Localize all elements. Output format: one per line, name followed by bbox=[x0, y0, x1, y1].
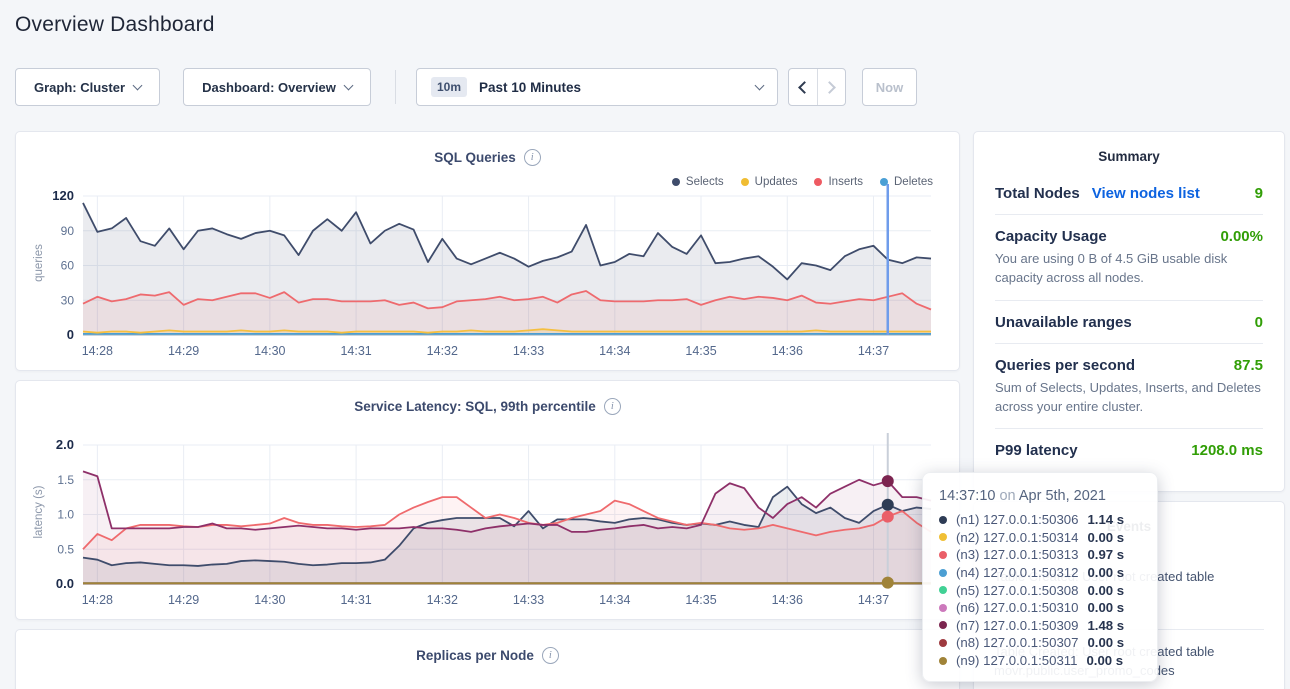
time-range-label: Past 10 Minutes bbox=[479, 80, 581, 95]
page-title: Overview Dashboard bbox=[15, 13, 215, 37]
service-latency-chart-panel: Service Latency: SQL, 99th percentile i … bbox=[15, 380, 960, 620]
now-button-label: Now bbox=[876, 80, 903, 95]
tooltip-row-n9: (n9) 127.0.0.1:503110.00 s bbox=[939, 652, 1141, 670]
tooltip-row-n6: (n6) 127.0.0.1:503100.00 s bbox=[939, 599, 1141, 617]
svg-text:14:31: 14:31 bbox=[340, 344, 371, 358]
svg-text:14:29: 14:29 bbox=[168, 344, 199, 358]
time-step-button-group bbox=[788, 68, 846, 106]
svg-text:120: 120 bbox=[52, 188, 74, 203]
graph-selector-dropdown[interactable]: Graph: Cluster bbox=[15, 68, 160, 106]
svg-text:2.0: 2.0 bbox=[56, 437, 74, 452]
n3-series-dot bbox=[939, 551, 947, 559]
svg-text:14:33: 14:33 bbox=[513, 593, 544, 607]
replicas-per-node-chart-panel: Replicas per Node i bbox=[15, 629, 960, 689]
tooltip-row-n1: (n1) 127.0.0.1:503061.14 s bbox=[939, 511, 1141, 529]
summary-item-p99-latency: P99 latency 1208.0 ms bbox=[995, 429, 1263, 471]
summary-item-capacity-usage: Capacity Usage 0.00% You are using 0 B o… bbox=[995, 215, 1263, 301]
total-nodes-value: 9 bbox=[1255, 185, 1263, 202]
time-range-dropdown[interactable]: 10m Past 10 Minutes bbox=[416, 68, 778, 106]
svg-text:14:34: 14:34 bbox=[599, 344, 630, 358]
svg-text:60: 60 bbox=[61, 259, 75, 273]
chevron-left-icon bbox=[798, 81, 811, 94]
svg-text:14:32: 14:32 bbox=[427, 593, 458, 607]
n4-series-dot bbox=[939, 569, 947, 577]
chevron-right-icon bbox=[823, 81, 836, 94]
chart-hover-tooltip: 14:37:10 on Apr 5th, 2021 (n1) 127.0.0.1… bbox=[922, 472, 1158, 682]
dashboard-selector-dropdown[interactable]: Dashboard: Overview bbox=[183, 68, 371, 106]
service-latency-plot-area[interactable]: 14:28 14:29 14:30 14:31 14:32 14:33 14:34 14:35… bbox=[16, 381, 961, 626]
dashboard-selector-label: Dashboard: Overview bbox=[202, 80, 336, 95]
summary-panel: Summary Total Nodes View nodes list 9 Ca… bbox=[973, 131, 1285, 492]
svg-text:1.0: 1.0 bbox=[57, 508, 74, 522]
svg-text:14:28: 14:28 bbox=[82, 344, 113, 358]
tooltip-row-n4: (n4) 127.0.0.1:503120.00 s bbox=[939, 564, 1141, 582]
queries-per-second-value: 87.5 bbox=[1234, 357, 1263, 374]
svg-text:0.0: 0.0 bbox=[56, 576, 74, 591]
svg-text:14:36: 14:36 bbox=[772, 344, 803, 358]
time-step-back-button[interactable] bbox=[789, 69, 817, 105]
svg-text:14:33: 14:33 bbox=[513, 344, 544, 358]
svg-text:14:37: 14:37 bbox=[858, 593, 889, 607]
svg-text:0: 0 bbox=[67, 327, 74, 342]
svg-text:14:37: 14:37 bbox=[858, 344, 889, 358]
svg-text:14:30: 14:30 bbox=[254, 344, 285, 358]
svg-text:14:34: 14:34 bbox=[599, 593, 630, 607]
tooltip-row-n8: (n8) 127.0.0.1:503070.00 s bbox=[939, 634, 1141, 652]
svg-text:90: 90 bbox=[61, 224, 75, 238]
capacity-usage-value: 0.00% bbox=[1220, 228, 1263, 245]
graph-selector-label: Graph: Cluster bbox=[34, 80, 125, 95]
now-button[interactable]: Now bbox=[862, 68, 917, 106]
n9-series-dot bbox=[939, 657, 947, 665]
svg-text:0.5: 0.5 bbox=[57, 542, 74, 556]
sql-queries-plot-area[interactable]: 14:28 14:29 14:30 14:31 14:32 14:33 14:34 14:35… bbox=[16, 132, 961, 377]
overview-dashboard-page: Overview Dashboard Graph: Cluster Dashbo… bbox=[0, 0, 1290, 689]
svg-text:14:35: 14:35 bbox=[685, 344, 716, 358]
tooltip-row-n3: (n3) 127.0.0.1:503130.97 s bbox=[939, 546, 1141, 564]
sql-queries-chart-panel: SQL Queries i Selects Updates Inserts De… bbox=[15, 131, 960, 371]
info-icon[interactable]: i bbox=[542, 647, 559, 664]
capacity-usage-description: You are using 0 B of 4.5 GiB usable disk… bbox=[995, 250, 1263, 288]
time-range-badge: 10m bbox=[431, 77, 467, 97]
svg-text:14:29: 14:29 bbox=[168, 593, 199, 607]
tooltip-row-n7: (n7) 127.0.0.1:503091.48 s bbox=[939, 617, 1141, 635]
n5-series-dot bbox=[939, 586, 947, 594]
queries-per-second-description: Sum of Selects, Updates, Inserts, and De… bbox=[995, 379, 1263, 417]
view-nodes-list-link[interactable]: View nodes list bbox=[1092, 185, 1200, 202]
svg-text:1.5: 1.5 bbox=[57, 473, 74, 487]
n7-series-dot bbox=[939, 621, 947, 629]
n2-series-dot bbox=[939, 533, 947, 541]
n6-series-dot bbox=[939, 604, 947, 612]
svg-text:14:28: 14:28 bbox=[82, 593, 113, 607]
svg-text:14:30: 14:30 bbox=[254, 593, 285, 607]
tooltip-row-n5: (n5) 127.0.0.1:503080.00 s bbox=[939, 581, 1141, 599]
time-step-forward-button[interactable] bbox=[817, 69, 846, 105]
chevron-down-icon bbox=[133, 80, 143, 90]
svg-text:14:36: 14:36 bbox=[772, 593, 803, 607]
p99-latency-value: 1208.0 ms bbox=[1191, 442, 1263, 459]
svg-text:14:35: 14:35 bbox=[685, 593, 716, 607]
n1-series-dot bbox=[939, 516, 947, 524]
summary-item-unavailable-ranges: Unavailable ranges 0 bbox=[995, 301, 1263, 344]
summary-header: Summary bbox=[974, 132, 1284, 164]
tooltip-row-n2: (n2) 127.0.0.1:503140.00 s bbox=[939, 529, 1141, 547]
svg-text:14:31: 14:31 bbox=[340, 593, 371, 607]
unavailable-ranges-value: 0 bbox=[1255, 314, 1263, 331]
tooltip-timestamp: 14:37:10 on Apr 5th, 2021 bbox=[939, 488, 1141, 504]
svg-text:14:32: 14:32 bbox=[427, 344, 458, 358]
controls-divider bbox=[395, 70, 396, 104]
n8-series-dot bbox=[939, 639, 947, 647]
summary-item-queries-per-second: Queries per second 87.5 Sum of Selects, … bbox=[995, 344, 1263, 430]
chevron-down-icon bbox=[343, 80, 353, 90]
chevron-down-icon bbox=[755, 80, 765, 90]
replicas-per-node-chart-title: Replicas per Node bbox=[416, 648, 534, 663]
svg-text:30: 30 bbox=[61, 293, 75, 307]
summary-item-total-nodes: Total Nodes View nodes list 9 bbox=[995, 172, 1263, 215]
